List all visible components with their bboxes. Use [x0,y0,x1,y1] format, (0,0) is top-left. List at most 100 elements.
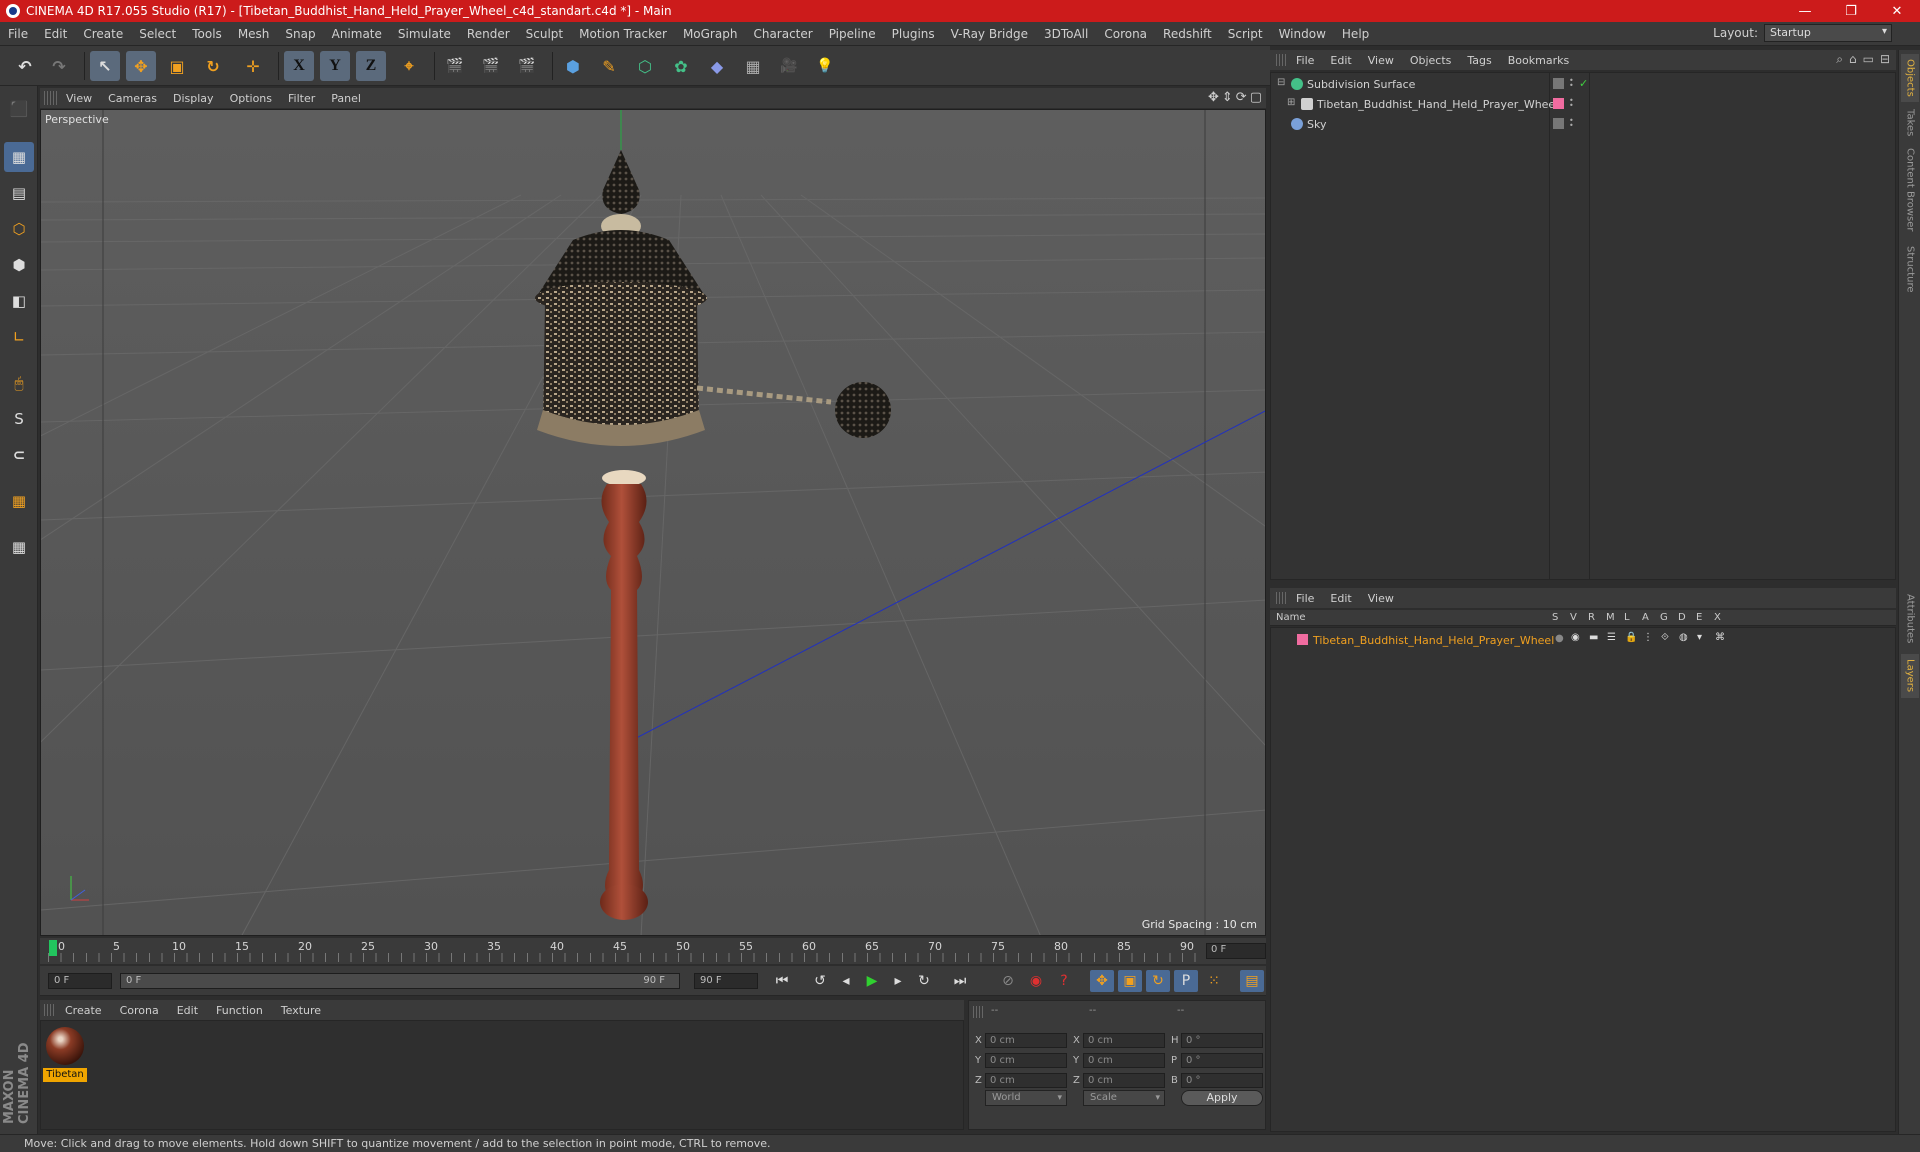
rotation-h-field[interactable]: 0 ° [1181,1033,1263,1048]
size-x-field[interactable]: 0 cm [1083,1033,1165,1048]
menu-character[interactable]: Character [745,27,820,41]
column-generators[interactable]: G [1660,612,1668,623]
camera-object-icon[interactable]: 🎥 [774,51,804,81]
menu-create[interactable]: Create [75,27,131,41]
panel-grip-icon[interactable] [44,1004,56,1016]
key-rotation-icon[interactable]: ↻ [1146,970,1170,992]
menu-tools[interactable]: Tools [184,27,230,41]
lm-menu-file[interactable]: File [1288,592,1322,605]
light-object-icon[interactable]: 💡 [810,51,840,81]
layer-solo-icon[interactable]: ● [1555,633,1564,644]
workplane-mode-icon[interactable]: ⬡ [4,214,34,244]
start-frame-field[interactable]: 0 F [48,973,112,989]
subdivision-surface-icon[interactable]: ⬡ [630,51,660,81]
layer-view-icon[interactable]: ◉ [1571,632,1580,643]
maximize-button[interactable]: ❐ [1828,0,1874,22]
collapse-icon[interactable]: ⊟ [1880,52,1890,67]
snapping-icon[interactable]: ⊂ [4,440,34,470]
om-menu-objects[interactable]: Objects [1402,54,1460,67]
column-deformers[interactable]: D [1678,612,1686,623]
polygons-mode-icon[interactable]: ∟ [4,322,34,352]
menu-edit[interactable]: Edit [36,27,75,41]
material-name-label[interactable]: Tibetan [43,1068,87,1082]
panel-grip-icon[interactable] [1276,592,1288,604]
om-menu-edit[interactable]: Edit [1322,54,1359,67]
expand-toggle-icon[interactable]: ⊟ [1277,77,1285,88]
make-editable-icon[interactable]: ⬛ [4,94,34,124]
object-manager[interactable]: ⊟ Subdivision Surface • • ✓ ⊞ Tibetan_Bud… [1270,72,1896,580]
om-menu-bookmarks[interactable]: Bookmarks [1500,54,1577,67]
menu-motion-tracker[interactable]: Motion Tracker [571,27,675,41]
layer-generator-icon[interactable]: ⟐ [1661,632,1669,643]
object-row-prayer-wheel[interactable]: ⊞ Tibetan_Buddhist_Hand_Held_Prayer_Whee… [1271,95,1895,114]
material-preview-swatch[interactable] [46,1027,84,1065]
position-z-field[interactable]: 0 cm [985,1073,1067,1088]
autokey-icon[interactable]: ? [1052,970,1076,992]
coordinate-space-dropdown[interactable]: World [985,1090,1067,1106]
panel-grip-icon[interactable] [973,1006,985,1018]
y-axis-lock-icon[interactable]: Y [320,51,350,81]
redo-icon[interactable]: ↷ [44,51,74,81]
object-row-subdivision-surface[interactable]: ⊟ Subdivision Surface • • ✓ [1271,75,1895,94]
next-frame-icon[interactable]: ▸ [886,970,910,992]
go-to-start-icon[interactable]: ⏮ [770,970,794,992]
viewport-rotate-icon[interactable]: ⟳ [1236,90,1247,105]
menu-simulate[interactable]: Simulate [390,27,459,41]
layer-manager-icon[interactable]: ☰ [1607,632,1616,643]
visibility-dots-icon[interactable]: • • [1569,117,1580,130]
undo-icon[interactable]: ↶ [10,51,40,81]
workplane-lock-icon[interactable]: ▦ [4,532,34,562]
om-menu-tags[interactable]: Tags [1459,54,1499,67]
viewport-pan-icon[interactable]: ✥ [1208,90,1219,105]
column-view[interactable]: V [1570,612,1577,623]
column-locked[interactable]: L [1624,612,1630,623]
minimize-button[interactable]: — [1782,0,1828,22]
end-frame-field[interactable]: 90 F [694,973,758,989]
rotate-tool-icon[interactable]: ↻ [198,51,228,81]
om-menu-file[interactable]: File [1288,54,1322,67]
column-name[interactable]: Name [1276,612,1306,623]
layer-deformer-icon[interactable]: ◍ [1679,632,1688,643]
close-button[interactable]: ✕ [1874,0,1920,22]
tab-objects[interactable]: Objects [1901,54,1919,102]
scale-tool-icon[interactable]: ▣ [162,51,192,81]
material-menu-edit[interactable]: Edit [168,1004,207,1017]
menu-window[interactable]: Window [1271,27,1334,41]
column-solo[interactable]: S [1552,612,1558,623]
pen-spline-icon[interactable]: ✎ [594,51,624,81]
object-row-sky[interactable]: Sky • • [1271,115,1895,134]
next-key-icon[interactable]: ↻ [912,970,936,992]
om-menu-view[interactable]: View [1360,54,1402,67]
material-manager[interactable]: Tibetan [40,1020,964,1130]
deformer-icon[interactable]: ◆ [702,51,732,81]
column-animation[interactable]: A [1642,612,1649,623]
object-name[interactable]: Tibetan_Buddhist_Hand_Held_Prayer_Wheel [1317,98,1558,111]
play-icon[interactable]: ▶ [860,970,884,992]
layer-manager[interactable]: Tibetan_Buddhist_Hand_Held_Prayer_Wheel … [1270,627,1896,1132]
viewport-menu-display[interactable]: Display [165,92,222,105]
viewport-menu-options[interactable]: Options [222,92,280,105]
axis-mode-icon[interactable]: 🖱 [4,368,34,398]
coordinate-system-icon[interactable]: ⌖ [394,51,424,81]
material-tag-icon[interactable] [1553,98,1564,109]
menu-redshift[interactable]: Redshift [1155,27,1220,41]
points-mode-icon[interactable]: ⬢ [4,250,34,280]
cube-object-icon[interactable]: ⬢ [558,51,588,81]
perspective-viewport[interactable]: Perspective Grid Spacing: 10 cm [40,109,1266,936]
tweak-mode-icon[interactable]: S [4,404,34,434]
model-mode-icon[interactable]: ▦ [4,142,34,172]
menu-animate[interactable]: Animate [324,27,390,41]
size-mode-dropdown[interactable]: Scale [1083,1090,1165,1106]
size-z-field[interactable]: 0 cm [1083,1073,1165,1088]
transform-tool-icon[interactable]: ✛ [238,51,268,81]
render-view-icon[interactable]: 🎬 [440,51,470,81]
object-name[interactable]: Subdivision Surface [1307,78,1415,91]
visibility-dots-icon[interactable]: • • [1569,97,1580,110]
column-manager[interactable]: M [1606,612,1615,623]
expand-toggle-icon[interactable]: ⊞ [1287,97,1295,108]
playhead-handle[interactable] [49,940,57,956]
frame-range-slider[interactable]: 0 F 90 F [120,973,680,989]
magnet-icon[interactable]: ▦ [4,486,34,516]
search-icon[interactable]: ⌕ [1836,52,1843,67]
menu-mograph[interactable]: MoGraph [675,27,746,41]
